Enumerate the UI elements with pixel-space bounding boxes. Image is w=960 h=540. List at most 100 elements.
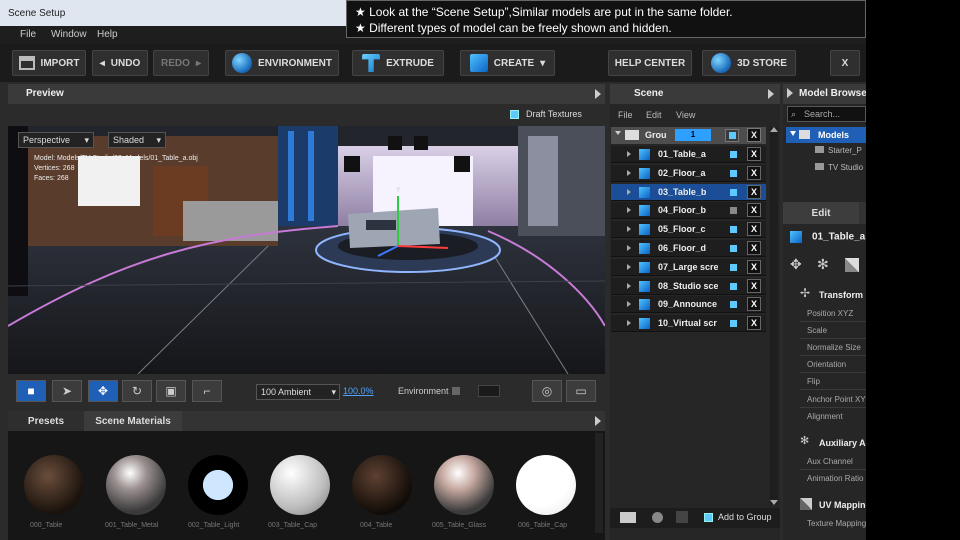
group-visible-toggle[interactable] — [725, 129, 739, 142]
delete-button[interactable]: X — [747, 316, 761, 331]
scene-item-row[interactable]: 05_Floor_c X — [611, 221, 766, 239]
expand-arrow-icon[interactable] — [627, 169, 631, 176]
delete-button[interactable]: X — [747, 259, 761, 274]
environment-button[interactable]: ENVIRONMENT — [225, 50, 339, 76]
scene-item-row[interactable]: 09_Announce X — [611, 296, 766, 314]
ambient-dropdown[interactable]: 100 Ambient ▾ — [256, 384, 340, 400]
move-button[interactable]: ✥ — [88, 380, 118, 402]
perspective-dropdown[interactable]: Perspective ▾ — [18, 132, 94, 148]
scene-item-row[interactable]: 10_Virtual scr X — [611, 315, 766, 333]
import-button[interactable]: IMPORT — [12, 50, 86, 76]
material-sphere-2[interactable] — [106, 455, 166, 515]
transform-heading[interactable]: Transform — [819, 290, 863, 300]
material-sphere-1[interactable] — [24, 455, 84, 515]
expand-arrow-icon[interactable] — [627, 301, 631, 308]
prop-aux-channel[interactable]: Aux Channel — [807, 457, 853, 466]
scene-item-row[interactable]: 08_Studio sce X — [611, 277, 766, 295]
collapse-arrow-icon[interactable] — [768, 89, 774, 99]
uv-mapping-heading[interactable]: UV Mapping — [819, 500, 866, 510]
gear-icon[interactable]: ✻ — [817, 256, 829, 273]
scene-menu-file[interactable]: File — [618, 110, 633, 120]
delete-button[interactable]: X — [747, 297, 761, 312]
close-button[interactable]: X — [830, 50, 860, 76]
tab-presets[interactable]: Presets — [8, 411, 84, 431]
extrude-button[interactable]: EXTRUDE — [352, 50, 444, 76]
material-sphere-3[interactable] — [188, 455, 248, 515]
expand-arrow-icon[interactable] — [627, 245, 631, 251]
monitor-button[interactable]: ▭ — [566, 380, 596, 402]
move-icon[interactable]: ✥ — [790, 256, 802, 273]
prop-position[interactable]: Position XYZ — [807, 309, 853, 318]
select-button[interactable]: ➤ — [52, 380, 82, 402]
undo-button[interactable]: ◂ UNDO — [92, 50, 148, 76]
scene-menu-view[interactable]: View — [676, 110, 695, 120]
collapse-arrow-icon[interactable] — [595, 89, 601, 99]
prop-anchor[interactable]: Anchor Point XY — [807, 395, 866, 404]
tab-edit[interactable]: Edit — [783, 202, 859, 224]
scene-item-row[interactable]: 07_Large scre X — [611, 258, 766, 276]
expand-arrow-icon[interactable] — [627, 263, 631, 270]
visibility-toggle[interactable] — [730, 301, 737, 309]
tab-scene-materials[interactable]: Scene Materials — [84, 411, 182, 431]
expand-arrow-icon[interactable] — [627, 226, 631, 233]
arrow-icon[interactable] — [787, 88, 793, 98]
material-sphere-4[interactable] — [270, 455, 330, 515]
visibility-toggle[interactable] — [730, 320, 737, 328]
visibility-toggle[interactable] — [730, 151, 737, 158]
group-delete-button[interactable]: X — [747, 128, 761, 142]
help-center-button[interactable]: HELP CENTER — [608, 50, 692, 76]
material-sphere-6[interactable] — [434, 455, 494, 515]
scene-item-row[interactable]: 03_Table_b X — [611, 183, 766, 201]
shading-dropdown[interactable]: Shaded ▾ — [108, 132, 166, 148]
globe-small-icon[interactable] — [652, 512, 663, 523]
menu-help[interactable]: Help — [97, 29, 118, 40]
visibility-toggle[interactable] — [730, 263, 737, 271]
tools-icon[interactable] — [676, 511, 688, 523]
ambient-percent[interactable]: 100.0% — [343, 386, 374, 396]
materials-scrollbar[interactable] — [595, 433, 603, 533]
scene-item-row[interactable]: 04_Floor_b X — [611, 202, 766, 220]
expand-arrow-icon[interactable] — [627, 188, 631, 195]
delete-button[interactable]: X — [747, 278, 761, 293]
add-to-group-checkbox[interactable] — [704, 513, 713, 522]
material-sphere-7[interactable] — [516, 455, 576, 515]
draft-textures-checkbox[interactable] — [510, 110, 519, 119]
target-button[interactable]: ◎ — [532, 380, 562, 402]
rotate-button[interactable]: ↻ — [122, 380, 152, 402]
prop-scale[interactable]: Scale — [807, 326, 827, 335]
prop-texture-mapping[interactable]: Texture Mapping — [807, 519, 866, 528]
tree-item-models[interactable]: Models — [786, 127, 866, 143]
pivot-button[interactable]: ⌐ — [192, 380, 222, 402]
scene-item-row[interactable]: 06_Floor_d X — [611, 240, 766, 257]
environment-checkbox[interactable] — [452, 387, 460, 395]
menu-window[interactable]: Window — [51, 29, 87, 40]
material-sphere-5[interactable] — [352, 455, 412, 515]
auxiliary-heading[interactable]: Auxiliary A — [819, 438, 866, 448]
expand-arrow-icon[interactable] — [627, 151, 631, 157]
scroll-up-icon[interactable] — [770, 127, 778, 132]
redo-button[interactable]: REDO ▸ — [153, 50, 209, 76]
create-button[interactable]: CREATE ▾ — [460, 50, 555, 76]
scene-item-row[interactable]: 02_Floor_a X — [611, 164, 766, 182]
prop-orientation[interactable]: Orientation — [807, 360, 846, 369]
scroll-down-icon[interactable] — [770, 500, 778, 505]
visibility-toggle[interactable] — [730, 188, 737, 196]
delete-button[interactable]: X — [747, 147, 761, 161]
prop-animation-ratio[interactable]: Animation Ratio — [807, 474, 863, 483]
expand-arrow-icon[interactable] — [627, 320, 631, 327]
new-folder-icon[interactable] — [620, 512, 636, 523]
delete-button[interactable]: X — [747, 165, 761, 180]
prop-alignment[interactable]: Alignment — [807, 412, 843, 421]
delete-button[interactable]: X — [747, 203, 761, 218]
model-search-input[interactable]: ⌕ Search... — [787, 106, 866, 122]
scale-button[interactable]: ▣ — [156, 380, 186, 402]
prop-flip[interactable]: Flip — [807, 377, 820, 386]
visibility-toggle[interactable] — [730, 226, 737, 234]
delete-button[interactable]: X — [747, 222, 761, 237]
scene-group-row[interactable]: Grou 1 X — [611, 127, 766, 144]
expand-arrow-icon[interactable] — [595, 416, 601, 426]
checker-texture-icon[interactable] — [845, 258, 859, 272]
delete-button[interactable]: X — [747, 184, 761, 199]
camera-button[interactable]: ■ — [16, 380, 46, 402]
delete-button[interactable]: X — [747, 241, 761, 255]
